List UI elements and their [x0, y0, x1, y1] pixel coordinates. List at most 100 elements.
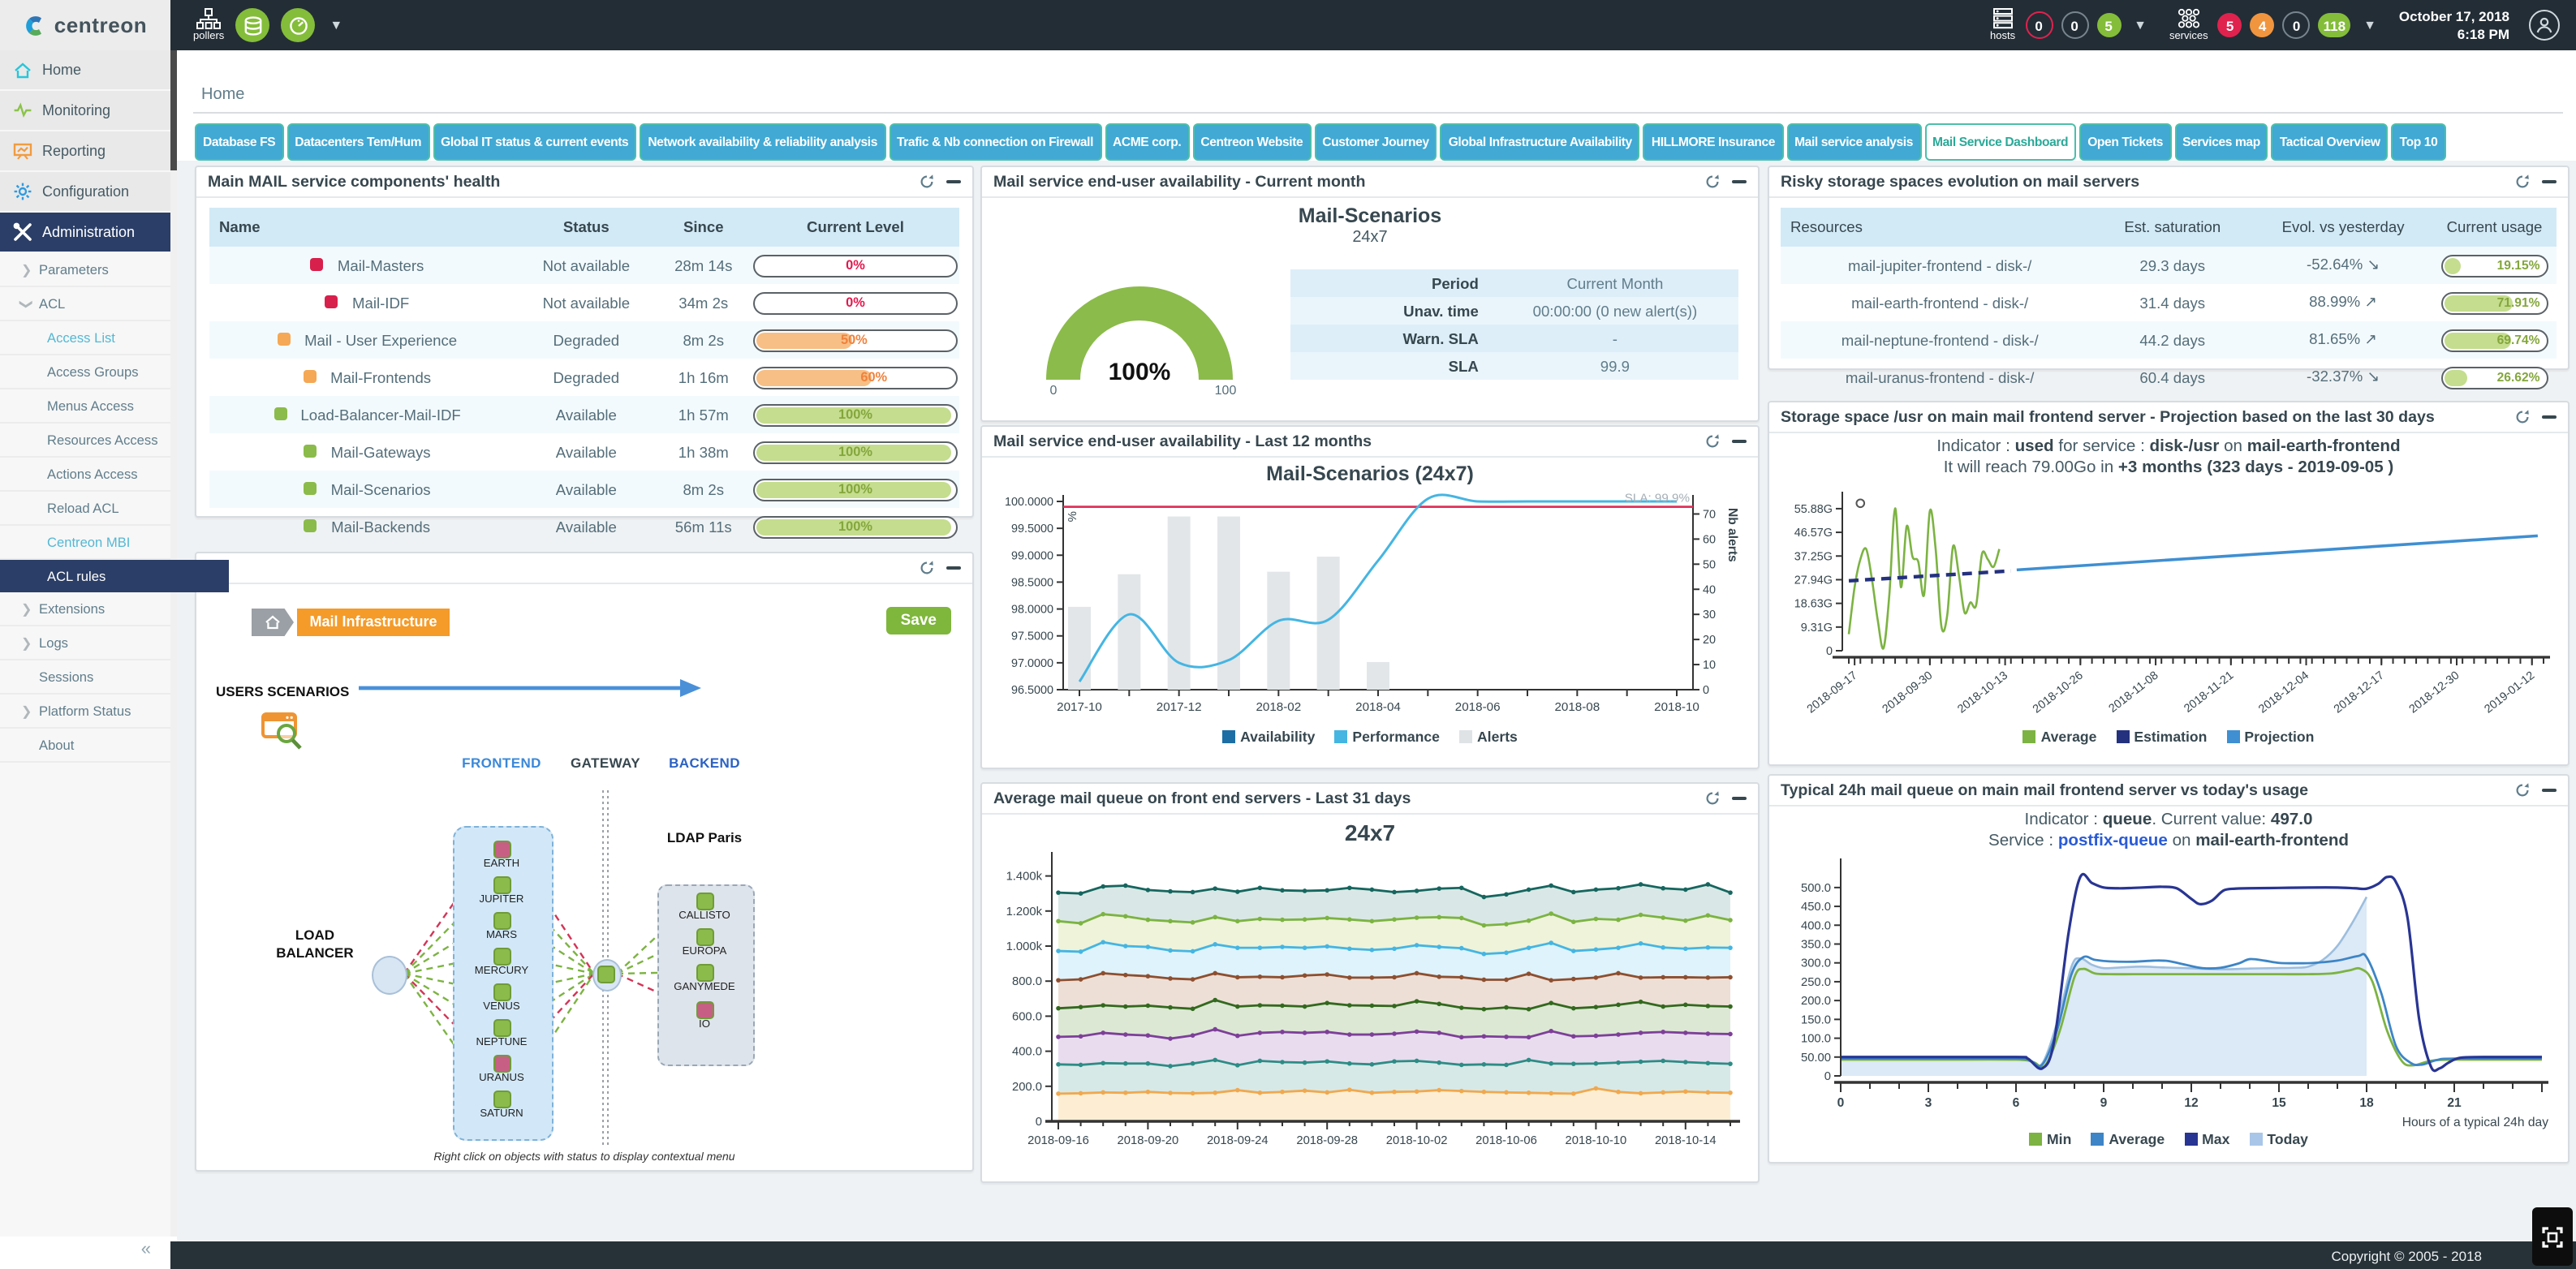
sidebar-item-administration[interactable]: Administration — [0, 213, 170, 252]
refresh-icon[interactable] — [1704, 433, 1721, 450]
hosts-menu[interactable]: hosts — [1990, 8, 2015, 42]
sidebar-subitem-acl-rules[interactable]: ACL rules — [0, 560, 229, 592]
minimize-icon[interactable] — [1732, 180, 1747, 184]
sidebar-subitem-logs[interactable]: ❯Logs — [0, 626, 170, 660]
svg-text:10: 10 — [1703, 659, 1716, 672]
tab-top-10[interactable]: Top 10 — [2392, 123, 2446, 161]
node-mercury[interactable] — [493, 947, 510, 965]
sidebar-subitem-sessions[interactable]: Sessions — [0, 660, 170, 695]
minimize-icon[interactable] — [1732, 797, 1747, 801]
poller-database-status[interactable] — [235, 8, 269, 42]
node-saturn[interactable] — [493, 1090, 510, 1108]
sidebar-subitem-centreon-mbi[interactable]: Centreon MBI — [0, 526, 170, 560]
node-europa[interactable] — [696, 927, 713, 945]
load-balancer-node[interactable] — [372, 956, 407, 995]
hosts-badge-2[interactable]: 5 — [2096, 13, 2121, 37]
sidebar-subitem-access-list[interactable]: Access List — [0, 321, 170, 355]
sidebar-subitem-resources-access[interactable]: Resources Access — [0, 424, 170, 458]
pollers-menu[interactable]: pollers — [193, 8, 224, 42]
table-row: mail-earth-frontend - disk-/31.4 days88.… — [1781, 284, 2557, 321]
sidebar-scrollbar-thumb[interactable] — [170, 50, 177, 170]
sidebar-item-configuration[interactable]: Configuration — [0, 172, 170, 211]
sidebar-subitem-label: Parameters — [39, 261, 109, 277]
tab-services-map[interactable]: Services map — [2174, 123, 2268, 161]
tab-global-infrastructure-availability[interactable]: Global Infrastructure Availability — [1441, 123, 1640, 161]
sidebar-subitem-about[interactable]: About — [0, 729, 170, 763]
svg-text:SLA: 99.9%: SLA: 99.9% — [1625, 492, 1690, 505]
sidebar-subitem-acl[interactable]: ❯ACL — [0, 287, 170, 321]
node-[interactable] — [597, 965, 614, 983]
centreon-logo[interactable]: centreon — [0, 0, 170, 50]
tab-mail-service-dashboard[interactable]: Mail Service Dashboard — [1924, 123, 2076, 161]
node-ganymede[interactable] — [696, 963, 713, 981]
sidebar-item-monitoring[interactable]: Monitoring — [0, 91, 170, 130]
services-badge-3[interactable]: 118 — [2319, 13, 2350, 37]
fullscreen-button[interactable] — [2532, 1207, 2573, 1266]
refresh-icon[interactable] — [919, 174, 935, 190]
sidebar-subitem-platform-status[interactable]: ❯Platform Status — [0, 695, 170, 729]
refresh-icon[interactable] — [919, 560, 935, 576]
tab-datacenters-tem-hum[interactable]: Datacenters Tem/Hum — [286, 123, 429, 161]
node-callisto[interactable] — [696, 892, 713, 910]
resource-name: mail-neptune-frontend - disk-/ — [1781, 321, 2091, 359]
sidebar-subitem-reload-acl[interactable]: Reload ACL — [0, 492, 170, 526]
node-earth[interactable] — [493, 840, 510, 858]
hosts-badge-0[interactable]: 0 — [2025, 11, 2053, 39]
services-badge-0[interactable]: 5 — [2218, 13, 2242, 37]
services-badge-1[interactable]: 4 — [2251, 13, 2275, 37]
pollers-chevron-down-icon[interactable]: ▼ — [330, 18, 342, 32]
minimize-icon[interactable] — [2542, 180, 2557, 184]
services-menu[interactable]: services — [2169, 8, 2208, 42]
save-button[interactable]: Save — [886, 607, 951, 634]
node-jupiter[interactable] — [493, 875, 510, 893]
minimize-icon[interactable] — [2542, 415, 2557, 419]
sidebar-subitem-menus-access[interactable]: Menus Access — [0, 389, 170, 424]
main-content: Home Database FSDatacenters Tem/HumGloba… — [177, 50, 2576, 1241]
node-neptune[interactable] — [493, 1018, 510, 1036]
sidebar-collapse[interactable]: « — [0, 1237, 170, 1269]
tab-hillmore-insurance[interactable]: HILLMORE Insurance — [1643, 123, 1783, 161]
tab-open-tickets[interactable]: Open Tickets — [2079, 123, 2171, 161]
tab-trafic-nb-connection-on-firewall[interactable]: Trafic & Nb connection on Firewall — [889, 123, 1101, 161]
node-venus[interactable] — [493, 983, 510, 1000]
tab-acme-corp-[interactable]: ACME corp. — [1105, 123, 1189, 161]
sidebar-subitem-actions-access[interactable]: Actions Access — [0, 458, 170, 492]
sidebar-subitem-extensions[interactable]: ❯Extensions — [0, 592, 170, 626]
user-avatar[interactable] — [2529, 10, 2560, 41]
tab-global-it-status-current-events[interactable]: Global IT status & current events — [433, 123, 636, 161]
sidebar-item-home[interactable]: Home — [0, 50, 170, 89]
node-io[interactable] — [696, 1000, 713, 1018]
risky-storage-table: ResourcesEst. saturationEvol. vs yesterd… — [1781, 208, 2557, 396]
minimize-icon[interactable] — [2542, 789, 2557, 793]
node-mars[interactable] — [493, 911, 510, 929]
hosts-chevron-down-icon[interactable]: ▼ — [2134, 18, 2147, 32]
tab-centreon-website[interactable]: Centreon Website — [1192, 123, 1311, 161]
svg-text:1.200k: 1.200k — [1006, 906, 1043, 918]
map-breadcrumb[interactable]: Mail Infrastructure — [297, 609, 450, 636]
tab-customer-journey[interactable]: Customer Journey — [1314, 123, 1437, 161]
services-chevron-down-icon[interactable]: ▼ — [2363, 18, 2376, 32]
tab-network-availability-reliability-analysis[interactable]: Network availability & reliability analy… — [640, 123, 885, 161]
services-badge-2[interactable]: 0 — [2283, 11, 2311, 39]
minimize-icon[interactable] — [1732, 440, 1747, 444]
sidebar-scrollbar[interactable] — [170, 50, 177, 1237]
tab-tactical-overview[interactable]: Tactical Overview — [2272, 123, 2389, 161]
refresh-icon[interactable] — [2514, 174, 2531, 190]
minimize-icon[interactable] — [946, 180, 961, 184]
minimize-icon[interactable] — [946, 566, 961, 570]
breadcrumb[interactable]: Home — [201, 86, 244, 104]
browser-scenario-icon[interactable] — [261, 712, 307, 755]
node-uranus[interactable] — [493, 1054, 510, 1072]
tab-mail-service-analysis[interactable]: Mail service analysis — [1786, 123, 1921, 161]
refresh-icon[interactable] — [1704, 790, 1721, 807]
refresh-icon[interactable] — [1704, 174, 1721, 190]
sidebar-item-reporting[interactable]: Reporting — [0, 131, 170, 170]
poller-latency-status[interactable] — [281, 8, 315, 42]
legend-item: Availability — [1222, 729, 1315, 745]
sidebar-subitem-parameters[interactable]: ❯Parameters — [0, 253, 170, 287]
sidebar-subitem-access-groups[interactable]: Access Groups — [0, 355, 170, 389]
hosts-badge-1[interactable]: 0 — [2061, 11, 2088, 39]
refresh-icon[interactable] — [2514, 409, 2531, 425]
tab-database-fs[interactable]: Database FS — [195, 123, 283, 161]
refresh-icon[interactable] — [2514, 782, 2531, 798]
